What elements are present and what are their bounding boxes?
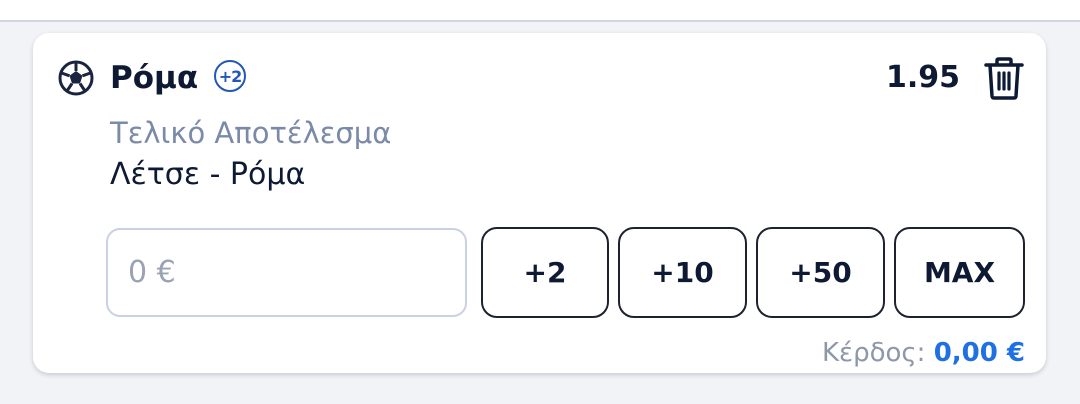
market-name: Τελικό Αποτέλεσμα [110,116,392,150]
winnings-label: Κέρδος: [821,338,926,368]
top-divider [0,0,1080,22]
odds-value: 1.95 [885,60,960,95]
winnings-value: 0,00 € [933,338,1025,368]
soccer-ball-icon [58,60,94,96]
more-selections-badge[interactable]: +2 [214,60,246,92]
max-stake-button[interactable]: MAX [894,227,1025,318]
quick-stake-50-button[interactable]: +50 [756,227,885,318]
quick-stake-10-button[interactable]: +10 [618,227,747,318]
potential-winnings: Κέρδος: 0,00 € [822,335,1025,371]
stake-input[interactable] [106,228,467,317]
event-name: Λέτσε - Ρόμα [110,157,306,192]
quick-stake-2-button[interactable]: +2 [481,227,609,318]
trash-icon[interactable] [980,54,1028,102]
selection-name: Ρόμα [110,60,199,96]
